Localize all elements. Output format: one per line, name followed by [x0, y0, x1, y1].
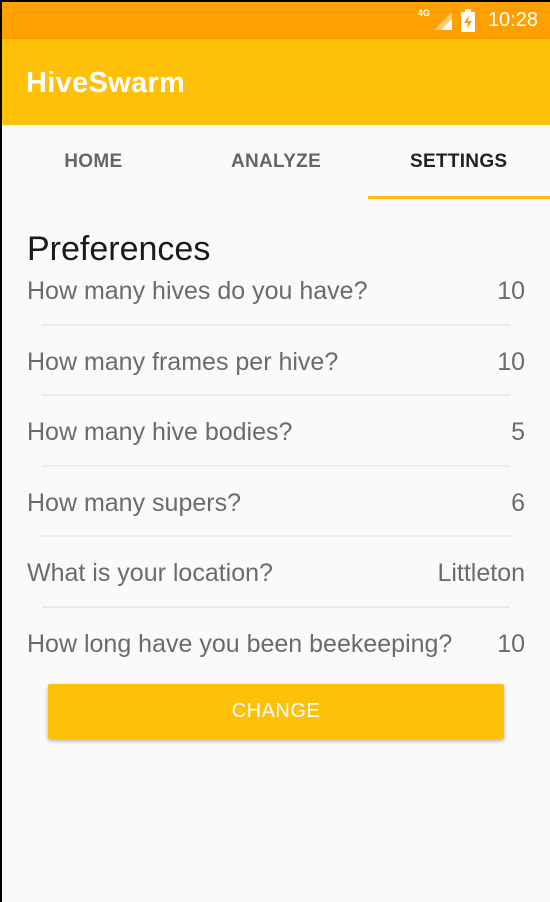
pref-label: How many hive bodies?	[27, 418, 293, 446]
signal-icon	[433, 11, 452, 30]
pref-value: 10	[497, 277, 525, 305]
pref-years-beekeeping[interactable]: How long have you been beekeeping? 10	[2, 608, 550, 679]
pref-location[interactable]: What is your location? Littleton	[2, 537, 550, 608]
pref-value: 10	[497, 347, 525, 376]
pref-frames-per-hive[interactable]: How many frames per hive? 10	[2, 326, 550, 396]
status-icons: 4G 10:28	[418, 2, 538, 39]
app-screen: 4G 10:28 HiveSwarm HOME ANALYZE SETTINGS…	[2, 2, 550, 902]
tab-analyze[interactable]: ANALYZE	[185, 125, 368, 199]
pref-value: 10	[497, 629, 525, 658]
tab-bar: HOME ANALYZE SETTINGS	[2, 125, 550, 199]
pref-value: 6	[511, 488, 525, 517]
preferences-list: How many hives do you have? 10 How many …	[2, 255, 550, 678]
tab-home[interactable]: HOME	[2, 125, 185, 199]
pref-hive-count[interactable]: How many hives do you have? 10	[2, 255, 550, 326]
pref-supers[interactable]: How many supers? 6	[2, 467, 550, 537]
tab-settings[interactable]: SETTINGS	[367, 125, 550, 199]
change-button[interactable]: CHANGE	[48, 684, 504, 739]
status-time: 10:28	[487, 9, 538, 31]
app-title: HiveSwarm	[26, 67, 186, 99]
pref-value: 5	[511, 418, 525, 446]
pref-label: How long have you been beekeeping?	[27, 629, 453, 658]
network-type: 4G	[417, 7, 430, 18]
status-bar: 4G 10:28	[2, 2, 550, 39]
pref-value: Littleton	[437, 559, 525, 587]
pref-label: What is your location?	[27, 559, 273, 587]
pref-label: How many supers?	[27, 488, 241, 517]
app-bar: HiveSwarm	[2, 39, 550, 125]
pref-label: How many frames per hive?	[27, 347, 339, 376]
battery-charging-icon	[460, 8, 475, 32]
pref-hive-bodies[interactable]: How many hive bodies? 5	[2, 396, 550, 467]
pref-label: How many hives do you have?	[27, 277, 368, 305]
